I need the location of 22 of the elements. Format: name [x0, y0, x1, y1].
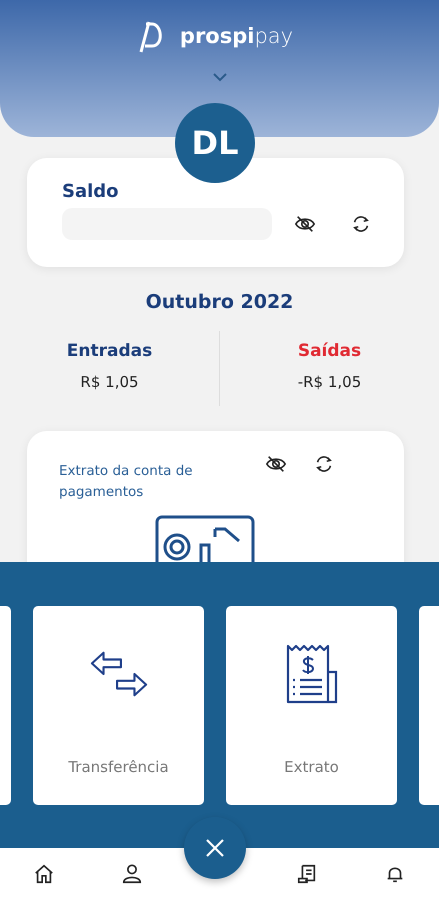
chart-illustration-icon — [155, 515, 255, 562]
summary-amount: -R$ 1,05 — [298, 373, 362, 391]
refresh-icon[interactable] — [350, 213, 372, 235]
action-label: Transferência — [68, 758, 169, 776]
eye-off-icon[interactable] — [265, 453, 287, 475]
summary-label: Saídas — [298, 341, 362, 361]
balance-title: Saldo — [62, 181, 120, 202]
app-logo: prospipay — [180, 24, 294, 48]
summary-amount: R$ 1,05 — [80, 373, 139, 391]
summary-label: Entradas — [66, 341, 152, 361]
period-title: Outubro 2022 — [144, 291, 294, 313]
close-icon — [205, 838, 225, 858]
profile-icon[interactable] — [120, 863, 143, 885]
statement-title: Extrato da conta de pagamentos — [59, 462, 194, 502]
eye-off-icon[interactable] — [294, 213, 316, 235]
action-label: Extrato — [284, 758, 339, 776]
refresh-icon[interactable] — [313, 453, 335, 475]
action-card[interactable]: Transferência — [33, 606, 204, 805]
action-card[interactable]: Extrato — [226, 606, 397, 805]
close-button[interactable] — [184, 817, 246, 879]
statement-card[interactable]: Extrato da conta de pagamentos — [27, 431, 404, 562]
home-icon[interactable] — [32, 863, 55, 885]
